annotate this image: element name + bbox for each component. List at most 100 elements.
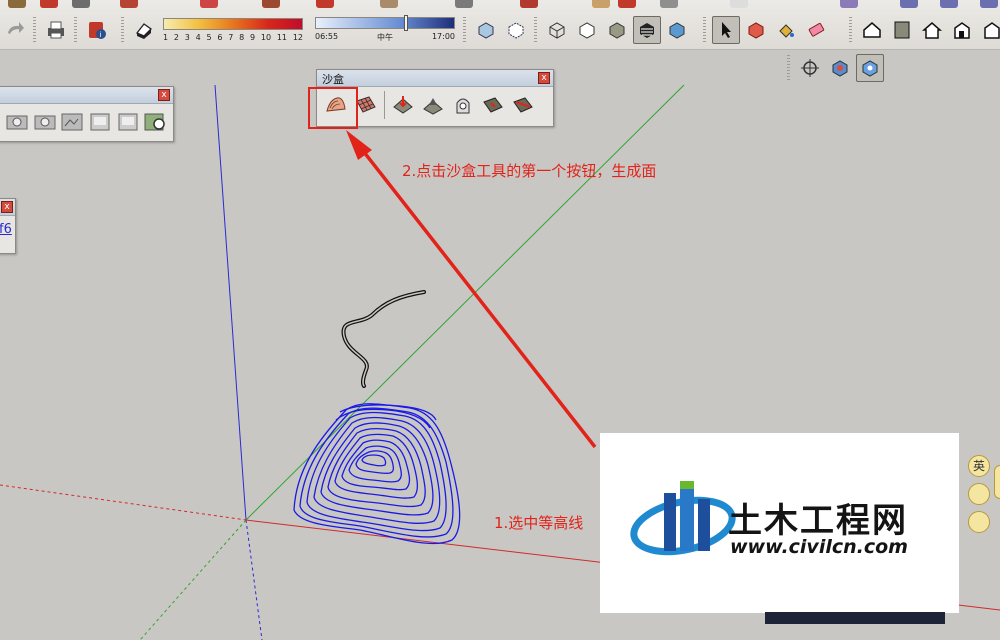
drape-icon — [456, 98, 470, 114]
civilcn-logo-icon — [630, 481, 736, 556]
cursor-arrow-icon — [722, 22, 731, 38]
left-tool-panel: x — [0, 86, 174, 142]
dark-strip — [765, 612, 945, 624]
printer-icon — [48, 21, 64, 39]
panel-tool-button[interactable] — [141, 107, 169, 137]
ime-moon-icon[interactable] — [968, 483, 990, 505]
shadow-toolbar: 1 2 3 4 5 6 7 8 9 10 11 12 06:55 中午 17:00 — [118, 13, 459, 47]
zoom-landscape-icon — [144, 113, 165, 131]
model-info-icon: i — [89, 22, 106, 39]
blue-axis — [214, 84, 247, 521]
toolbar-strip: i 1 2 3 4 5 6 7 8 9 10 11 12 06:55 中午 17:00 — [0, 0, 1000, 50]
red-arrow-line — [351, 136, 597, 449]
watermark-site-name: 土木工程网 — [728, 501, 908, 541]
left-panel-titlebar[interactable]: x — [0, 87, 173, 104]
time-noon-label: 中午 — [377, 33, 393, 42]
front-house-icon — [922, 22, 942, 39]
smoove-icon — [393, 96, 413, 114]
print-button[interactable] — [42, 16, 70, 44]
back-view-button[interactable] — [978, 16, 1000, 44]
flip-edge-icon — [513, 97, 533, 113]
camera-icon — [6, 115, 28, 130]
monochrome-icon — [669, 22, 685, 39]
face-style-toolbar — [460, 13, 692, 47]
ime-language-button[interactable]: 英 — [968, 455, 990, 477]
shaded-textures-button[interactable] — [633, 16, 661, 44]
xray-icon — [478, 22, 494, 39]
iso-house-icon — [863, 22, 881, 38]
watermark-url: www.civilcn.com — [730, 536, 908, 558]
small-panel-titlebar[interactable]: x — [0, 199, 15, 216]
stamp-icon — [423, 98, 443, 115]
views-toolbar — [846, 13, 1000, 47]
back-edges-icon — [508, 22, 524, 39]
shaded-textures-icon — [640, 23, 654, 38]
wireframe-icon — [549, 22, 565, 39]
ime-handle[interactable] — [994, 465, 1000, 499]
contour-lines — [293, 403, 461, 545]
make-component-button[interactable] — [742, 16, 770, 44]
xray-button[interactable] — [472, 16, 500, 44]
close-icon[interactable]: x — [1, 201, 13, 213]
sandbox-panel-titlebar[interactable]: 沙盒 x — [317, 70, 553, 87]
select-tool-button[interactable] — [712, 16, 740, 44]
shadow-time-slider[interactable] — [315, 15, 455, 31]
page-icon — [90, 113, 110, 131]
component-icon — [748, 22, 764, 39]
right-view-icon — [954, 22, 970, 39]
annotation-step2: 2.点击沙盒工具的第一个按钮，生成面 — [402, 162, 657, 180]
svg-text:i: i — [100, 31, 102, 39]
shadow-icon — [135, 23, 153, 39]
time-labels: 06:55 中午 17:00 — [315, 32, 455, 43]
camera-icon — [34, 115, 55, 130]
iso-view-button[interactable] — [858, 16, 886, 44]
flip-edge-button[interactable] — [508, 90, 538, 120]
drape-button[interactable] — [448, 90, 478, 120]
small-panel-text: f6 — [0, 222, 12, 237]
model-info-button[interactable]: i — [83, 16, 111, 44]
close-icon[interactable]: x — [158, 89, 170, 101]
edit-toolbar: i — [0, 13, 112, 47]
add-detail-button[interactable] — [478, 90, 508, 120]
hidden-line-button[interactable] — [573, 16, 601, 44]
shaded-button[interactable] — [603, 16, 631, 44]
smoove-button[interactable] — [388, 90, 418, 120]
shadow-date-slider[interactable] — [163, 18, 303, 30]
right-view-button[interactable] — [948, 16, 976, 44]
time-slider-thumb[interactable] — [404, 15, 408, 31]
panel-tool-button[interactable] — [114, 107, 142, 137]
sandbox-panel-title: 沙盒 — [322, 73, 344, 86]
hidden-line-icon — [579, 22, 595, 39]
highlight-box — [308, 87, 358, 129]
back-edges-button[interactable] — [502, 16, 530, 44]
top-view-button[interactable] — [888, 16, 916, 44]
redo-icon — [8, 22, 24, 34]
shadow-toggle-button[interactable] — [130, 16, 158, 44]
annotation-step1: 1.选中等高线 — [494, 514, 584, 532]
front-view-button[interactable] — [918, 16, 946, 44]
scene-icon — [61, 113, 83, 131]
paint-bucket-button[interactable] — [772, 16, 800, 44]
month-ticks: 1 2 3 4 5 6 7 8 9 10 11 12 — [163, 33, 303, 42]
monochrome-button[interactable] — [663, 16, 691, 44]
eraser-button[interactable] — [802, 16, 830, 44]
panel-tool-button[interactable] — [86, 107, 114, 137]
redo-button[interactable] — [1, 16, 29, 44]
top-view-icon — [894, 21, 910, 39]
panel-tool-button[interactable] — [31, 107, 59, 137]
stamp-button[interactable] — [418, 90, 448, 120]
paint-bucket-icon — [779, 24, 794, 38]
ime-butterfly-icon[interactable] — [968, 511, 990, 533]
page-icon — [118, 113, 138, 131]
wireframe-button[interactable] — [543, 16, 571, 44]
panel-tool-button[interactable] — [3, 107, 31, 137]
time-end-label: 17:00 — [431, 32, 455, 41]
shaded-icon — [609, 22, 625, 39]
small-left-panel: x f6 — [0, 198, 16, 254]
cropped-toolbar-row — [0, 0, 1000, 9]
back-view-icon — [984, 22, 1000, 39]
time-start-label: 06:55 — [315, 32, 339, 41]
close-icon[interactable]: x — [538, 72, 550, 84]
panel-tool-button[interactable] — [58, 107, 86, 137]
principal-toolbar — [700, 13, 831, 47]
